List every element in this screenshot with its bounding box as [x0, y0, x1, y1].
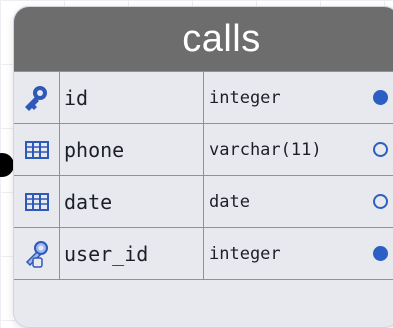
column-type: date — [209, 191, 250, 212]
column-icon-cell — [14, 228, 60, 279]
table-header: calls — [14, 7, 393, 71]
table-rows: id integer phone varchar(11) date date u… — [14, 71, 393, 280]
column-type: varchar(11) — [209, 139, 322, 160]
table-row-date[interactable]: date date — [14, 175, 393, 227]
column-icon-cell — [14, 176, 60, 227]
required-dot-icon — [372, 90, 388, 105]
optional-dot-icon — [372, 142, 388, 157]
required-indicator — [363, 72, 393, 123]
column-grid-icon — [24, 140, 49, 159]
required-dot-icon — [372, 246, 388, 261]
relationship-connector-dot[interactable] — [0, 153, 14, 177]
diagram-canvas: calls id integer phone varchar(11) date … — [0, 0, 393, 328]
column-grid-icon — [24, 192, 49, 211]
required-indicator — [363, 176, 393, 227]
column-icon-cell — [14, 124, 60, 175]
required-indicator — [363, 228, 393, 279]
table-row-id[interactable]: id integer — [14, 71, 393, 123]
table-row-phone[interactable]: phone varchar(11) — [14, 123, 393, 175]
primary-key-icon — [24, 85, 47, 111]
optional-dot-icon — [372, 194, 388, 209]
table-title: calls — [182, 18, 261, 60]
foreign-key-icon — [25, 240, 48, 268]
table-row-user_id[interactable]: user_id integer — [14, 227, 393, 280]
column-type: integer — [209, 87, 281, 108]
column-name: id — [60, 72, 204, 123]
column-icon-cell — [14, 72, 60, 123]
column-name: phone — [60, 124, 204, 175]
column-type: integer — [209, 243, 281, 264]
column-name: date — [60, 176, 204, 227]
column-name: user_id — [60, 228, 204, 279]
table-card-calls[interactable]: calls id integer phone varchar(11) date … — [13, 6, 393, 328]
required-indicator — [363, 124, 393, 175]
